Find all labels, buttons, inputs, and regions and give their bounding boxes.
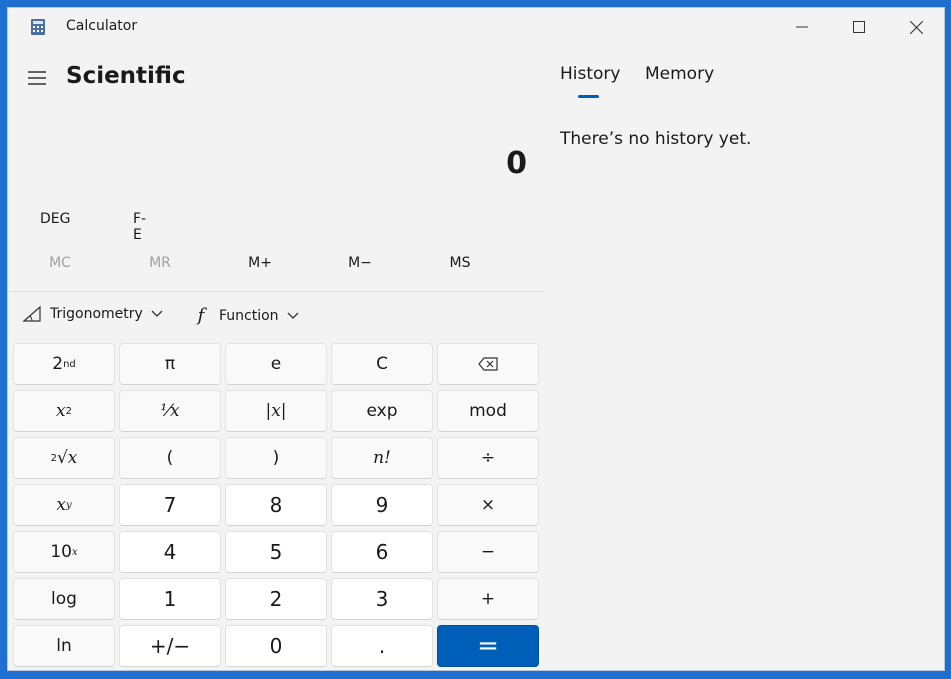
square-sup: 2 xyxy=(65,405,72,417)
memory-recall-button[interactable]: MR xyxy=(130,253,190,277)
close-button[interactable] xyxy=(893,8,939,46)
exp-button[interactable]: exp xyxy=(331,390,433,432)
scientific-notation-button[interactable]: F-E xyxy=(133,211,146,243)
navigation-menu-button[interactable] xyxy=(23,65,51,91)
ten-power-base: 10 xyxy=(50,542,72,562)
close-icon xyxy=(909,20,923,34)
digit-8-button[interactable]: 8 xyxy=(225,484,327,526)
digit-9-button[interactable]: 9 xyxy=(331,484,433,526)
digit-4-button[interactable]: 4 xyxy=(119,531,221,573)
hamburger-icon xyxy=(28,71,46,85)
minus-button[interactable]: − xyxy=(437,531,539,573)
tab-memory[interactable]: Memory xyxy=(645,64,714,84)
function-label: Function xyxy=(219,307,279,324)
multiply-button[interactable]: × xyxy=(437,484,539,526)
minimize-icon xyxy=(796,26,808,28)
angle-unit-button[interactable]: DEG xyxy=(40,211,70,227)
window-title: Calculator xyxy=(66,18,138,34)
maximize-button[interactable] xyxy=(836,8,882,46)
clear-button[interactable]: C xyxy=(331,343,433,385)
calculator-window: Calculator Scientific 0 DEG F-E MC MR M+… xyxy=(7,7,945,671)
active-tab-indicator xyxy=(578,95,599,98)
square-base: x xyxy=(56,401,66,421)
second-sup: nd xyxy=(63,358,76,370)
digit-7-button[interactable]: 7 xyxy=(119,484,221,526)
ten-power-button[interactable]: 10 x xyxy=(13,531,115,573)
function-dropdown[interactable]: f Function xyxy=(191,305,299,326)
power-base: x xyxy=(56,495,66,515)
absolute-value-button[interactable]: |x| xyxy=(225,390,327,432)
power-sup: y xyxy=(65,499,72,511)
digit-0-button[interactable]: 0 xyxy=(225,625,327,667)
root-body: √x xyxy=(56,448,78,468)
chevron-down-icon xyxy=(151,310,163,317)
decimal-button[interactable]: . xyxy=(331,625,433,667)
factorial-label: n! xyxy=(373,448,391,468)
minimize-button[interactable] xyxy=(779,8,825,46)
equals-button[interactable]: = xyxy=(437,625,539,667)
backspace-icon xyxy=(478,357,498,371)
power-button[interactable]: xy xyxy=(13,484,115,526)
close-paren-button[interactable]: ) xyxy=(225,437,327,479)
mode-title: Scientific xyxy=(66,63,186,89)
digit-1-button[interactable]: 1 xyxy=(119,578,221,620)
keypad: 2nd π e C x2 ⅟x |x| exp mod 2 √x ( ) n! ÷… xyxy=(13,343,539,667)
reciprocal-button[interactable]: ⅟x xyxy=(119,390,221,432)
second-base: 2 xyxy=(52,354,64,374)
log-button[interactable]: log xyxy=(13,578,115,620)
absolute-value-label: |x| xyxy=(265,401,287,421)
history-empty-message: There’s no history yet. xyxy=(560,129,752,149)
chevron-down-icon xyxy=(287,312,299,319)
trigonometry-dropdown[interactable]: Trigonometry xyxy=(22,305,163,323)
memory-row: MC MR M+ M− MS xyxy=(8,253,548,283)
reciprocal-label: ⅟x xyxy=(160,401,180,421)
title-bar: Calculator xyxy=(8,8,944,46)
factorial-button[interactable]: n! xyxy=(331,437,433,479)
digit-6-button[interactable]: 6 xyxy=(331,531,433,573)
memory-subtract-button[interactable]: M− xyxy=(330,253,390,277)
display-value: 0 xyxy=(506,146,527,181)
memory-add-button[interactable]: M+ xyxy=(230,253,290,277)
divide-button[interactable]: ÷ xyxy=(437,437,539,479)
digit-3-button[interactable]: 3 xyxy=(331,578,433,620)
tab-history[interactable]: History xyxy=(560,64,620,84)
trigonometry-label: Trigonometry xyxy=(50,306,143,322)
pi-button[interactable]: π xyxy=(119,343,221,385)
triangle-ruler-icon xyxy=(22,305,41,322)
function-icon: f xyxy=(197,305,205,326)
memory-store-button[interactable]: MS xyxy=(430,253,490,277)
second-function-button[interactable]: 2nd xyxy=(13,343,115,385)
euler-button[interactable]: e xyxy=(225,343,327,385)
ten-power-sup: x xyxy=(72,546,78,558)
open-paren-button[interactable]: ( xyxy=(119,437,221,479)
square-root-button[interactable]: 2 √x xyxy=(13,437,115,479)
digit-2-button[interactable]: 2 xyxy=(225,578,327,620)
mod-button[interactable]: mod xyxy=(437,390,539,432)
square-button[interactable]: x2 xyxy=(13,390,115,432)
digit-5-button[interactable]: 5 xyxy=(225,531,327,573)
calculator-icon xyxy=(29,18,47,36)
maximize-icon xyxy=(853,21,865,33)
memory-clear-button[interactable]: MC xyxy=(30,253,90,277)
negate-button[interactable]: +/− xyxy=(119,625,221,667)
backspace-button[interactable] xyxy=(437,343,539,385)
divider xyxy=(8,291,546,292)
plus-button[interactable]: + xyxy=(437,578,539,620)
natural-log-button[interactable]: ln xyxy=(13,625,115,667)
